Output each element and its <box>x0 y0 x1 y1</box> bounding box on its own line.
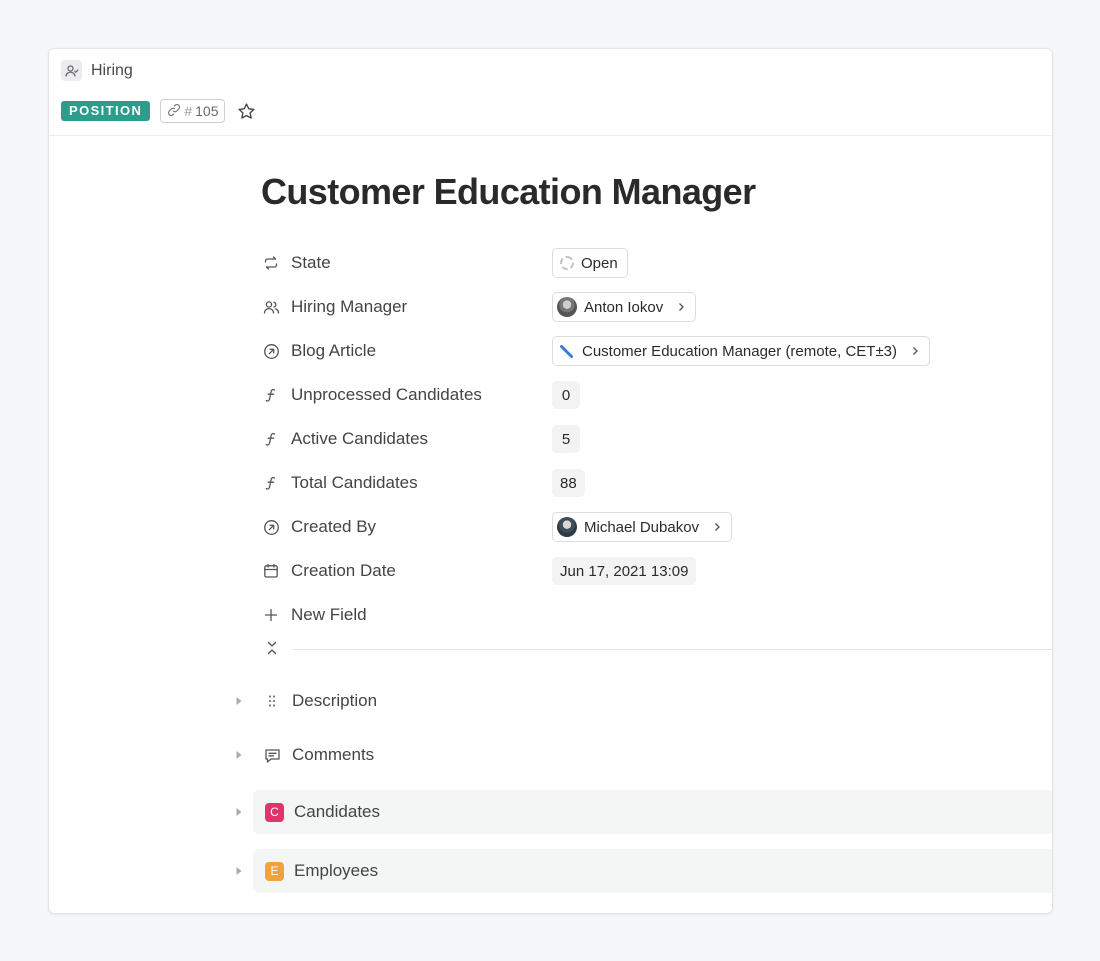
comment-icon <box>261 744 283 766</box>
expand-triangle-icon[interactable] <box>233 750 245 760</box>
hiring-manager-name: Anton Iokov <box>584 298 664 316</box>
divider <box>293 649 1052 650</box>
section-employees[interactable]: E Employees <box>233 849 1052 893</box>
state-text: Open <box>581 254 618 272</box>
expand-triangle-icon[interactable] <box>233 696 245 706</box>
formula-icon <box>260 384 282 406</box>
entity-type-badge[interactable]: POSITION <box>61 101 151 121</box>
employees-badge: E <box>265 861 284 881</box>
total-count: 88 <box>552 469 585 497</box>
field-state: State Open <box>261 241 1051 285</box>
id-number: 105 <box>195 103 219 119</box>
field-label: Hiring Manager <box>291 297 408 316</box>
created-by-name: Michael Dubakov <box>584 518 700 536</box>
star-icon[interactable] <box>237 102 256 121</box>
page-title[interactable]: Customer Education Manager <box>261 171 756 213</box>
drag-handle-icon[interactable] <box>261 690 283 712</box>
arrow-up-right-circle-icon <box>260 516 282 538</box>
expand-triangle-icon[interactable] <box>233 807 245 817</box>
creation-date-value: Jun 17, 2021 13:09 <box>552 557 697 585</box>
chevron-right-icon <box>910 346 920 356</box>
state-cycle-icon <box>260 252 282 274</box>
formula-icon <box>260 472 282 494</box>
field-label: Total Candidates <box>291 473 418 492</box>
plus-icon <box>260 604 282 626</box>
field-unprocessed-candidates: Unprocessed Candidates 0 <box>261 373 1051 417</box>
hiring-manager-value[interactable]: Anton Iokov <box>552 292 697 322</box>
chevron-right-icon <box>676 302 686 312</box>
field-label: State <box>291 253 331 272</box>
expand-triangle-icon[interactable] <box>233 866 245 876</box>
field-active-candidates: Active Candidates 5 <box>261 417 1051 461</box>
entity-id-chip[interactable]: #105 <box>160 99 226 123</box>
fields-list: State Open Hiring Manager Anton Iokov Bl… <box>261 241 1051 637</box>
section-candidates[interactable]: C Candidates <box>233 790 1052 834</box>
blog-article-value[interactable]: Customer Education Manager (remote, CET±… <box>552 336 931 366</box>
entity-window: Hiring POSITION #105 Customer Education … <box>48 48 1053 914</box>
field-label: Created By <box>291 517 377 536</box>
new-field-button[interactable]: New Field <box>261 593 1051 637</box>
field-blog-article: Blog Article Customer Education Manager … <box>261 329 1051 373</box>
field-hiring-manager: Hiring Manager Anton Iokov <box>261 285 1051 329</box>
field-created-by: Created By Michael Dubakov <box>261 505 1051 549</box>
person-check-icon <box>61 60 82 81</box>
entity-header: Hiring POSITION #105 <box>49 49 1052 136</box>
formula-icon <box>260 428 282 450</box>
field-total-candidates: Total Candidates 88 <box>261 461 1051 505</box>
collapse-fields-row <box>261 635 1052 661</box>
section-label: Candidates <box>294 802 381 821</box>
avatar <box>557 517 577 537</box>
avatar <box>557 297 577 317</box>
arrow-up-right-circle-icon <box>260 340 282 362</box>
section-label: Employees <box>294 861 379 880</box>
unprocessed-count: 0 <box>552 381 580 409</box>
field-label: Active Candidates <box>291 429 429 448</box>
link-icon <box>167 103 181 120</box>
new-field-label: New Field <box>291 605 367 624</box>
breadcrumb[interactable]: Hiring <box>61 60 133 81</box>
tag-row: POSITION #105 <box>61 99 256 123</box>
field-creation-date: Creation Date Jun 17, 2021 13:09 <box>261 549 1051 593</box>
created-by-value[interactable]: Michael Dubakov <box>552 512 733 542</box>
section-label: Description <box>292 691 378 710</box>
active-count: 5 <box>552 425 580 453</box>
breadcrumb-label: Hiring <box>91 61 133 79</box>
section-label: Comments <box>292 745 375 764</box>
chevron-right-icon <box>712 522 722 532</box>
pencil-icon <box>559 343 575 359</box>
open-state-icon <box>560 256 574 270</box>
users-icon <box>260 296 282 318</box>
field-label: Unprocessed Candidates <box>291 385 482 404</box>
field-label: Creation Date <box>291 561 396 580</box>
id-hash: # <box>184 103 193 119</box>
field-label: Blog Article <box>291 341 377 360</box>
calendar-icon <box>260 560 282 582</box>
blog-article-title: Customer Education Manager (remote, CET±… <box>582 342 898 360</box>
section-description[interactable]: Description <box>233 679 1052 723</box>
candidates-badge: C <box>265 802 284 822</box>
section-comments[interactable]: Comments <box>233 733 1052 777</box>
state-value[interactable]: Open <box>552 248 628 278</box>
collapse-icon[interactable] <box>261 637 283 659</box>
